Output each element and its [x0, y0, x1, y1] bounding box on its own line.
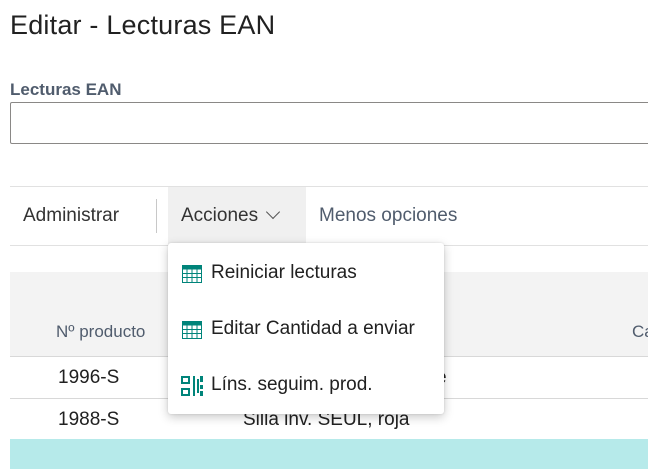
menu-item-lins-seguim-prod[interactable]: Líns. seguim. prod.	[168, 361, 444, 411]
menu-item-label: Reiniciar lecturas	[211, 262, 357, 283]
acciones-label: Acciones	[181, 205, 259, 226]
administrar-tab[interactable]: Administrar	[23, 187, 119, 245]
acciones-menu-button[interactable]: Acciones	[168, 187, 306, 245]
page-title: Editar - Lecturas EAN	[10, 10, 276, 40]
product-no-cell[interactable]: 1988-S	[58, 409, 119, 431]
table-grid-icon	[182, 321, 202, 339]
tracking-lines-icon	[181, 376, 203, 396]
lecturas-ean-label: Lecturas EAN	[10, 80, 122, 99]
column-header-product-no[interactable]: Nº producto	[56, 322, 145, 342]
column-header-ca[interactable]: Ca	[632, 322, 648, 342]
lecturas-ean-input[interactable]	[10, 102, 648, 144]
menu-item-reiniciar-lecturas[interactable]: Reiniciar lecturas	[168, 249, 444, 299]
table-grid-icon	[182, 265, 202, 283]
menu-item-label: Líns. seguim. prod.	[211, 374, 373, 395]
acciones-dropdown-menu: Reiniciar lecturas Editar Cantidad a env…	[168, 243, 444, 414]
action-bar-separator	[156, 199, 157, 233]
product-no-cell[interactable]: 1996-S	[58, 367, 119, 389]
selected-table-row[interactable]	[10, 439, 648, 469]
chevron-down-icon	[266, 204, 281, 220]
menu-item-label: Editar Cantidad a enviar	[211, 318, 415, 339]
action-bar: Administrar Acciones Menos opciones	[10, 186, 648, 246]
menos-opciones-button[interactable]: Menos opciones	[319, 187, 457, 245]
menu-item-editar-cantidad-a-enviar[interactable]: Editar Cantidad a enviar	[168, 305, 444, 355]
